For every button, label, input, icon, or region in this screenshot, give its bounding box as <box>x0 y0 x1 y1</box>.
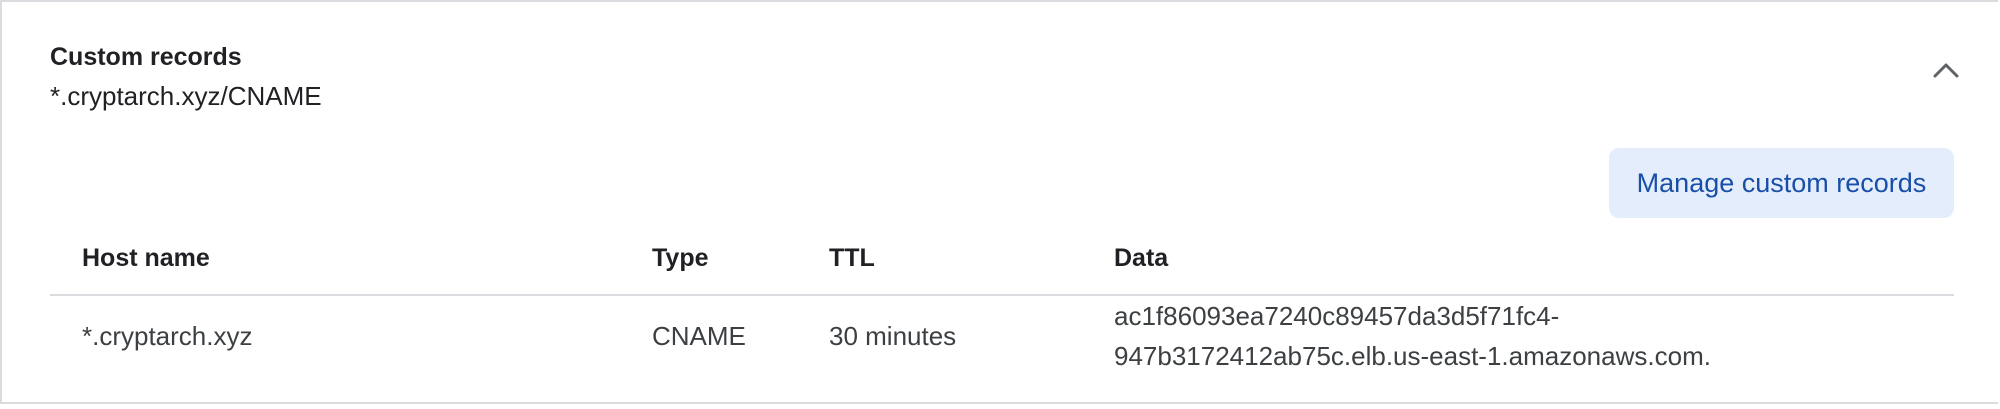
chevron-up-icon <box>1932 61 1960 84</box>
cell-type: CNAME <box>652 321 746 351</box>
cell-data-line-2: 947b3172412ab75c.elb.us-east-1.amazonaws… <box>1114 341 1711 371</box>
custom-records-card: Custom records *.cryptarch.xyz/CNAME Man… <box>0 0 1998 404</box>
collapse-button[interactable] <box>1924 50 1968 94</box>
manage-custom-records-button[interactable]: Manage custom records <box>1609 148 1954 218</box>
table-divider <box>50 294 1954 296</box>
cell-data-line-1: ac1f86093ea7240c89457da3d5f71fc4- <box>1114 301 1560 331</box>
cell-host-name: *.cryptarch.xyz <box>82 321 253 351</box>
column-header-data: Data <box>1114 244 1169 272</box>
column-header-type: Type <box>652 244 709 272</box>
section-subtitle: *.cryptarch.xyz/CNAME <box>50 81 322 111</box>
cell-ttl: 30 minutes <box>829 321 957 351</box>
column-header-ttl: TTL <box>829 244 875 272</box>
section-title: Custom records <box>50 43 242 71</box>
column-header-host-name: Host name <box>82 244 210 272</box>
